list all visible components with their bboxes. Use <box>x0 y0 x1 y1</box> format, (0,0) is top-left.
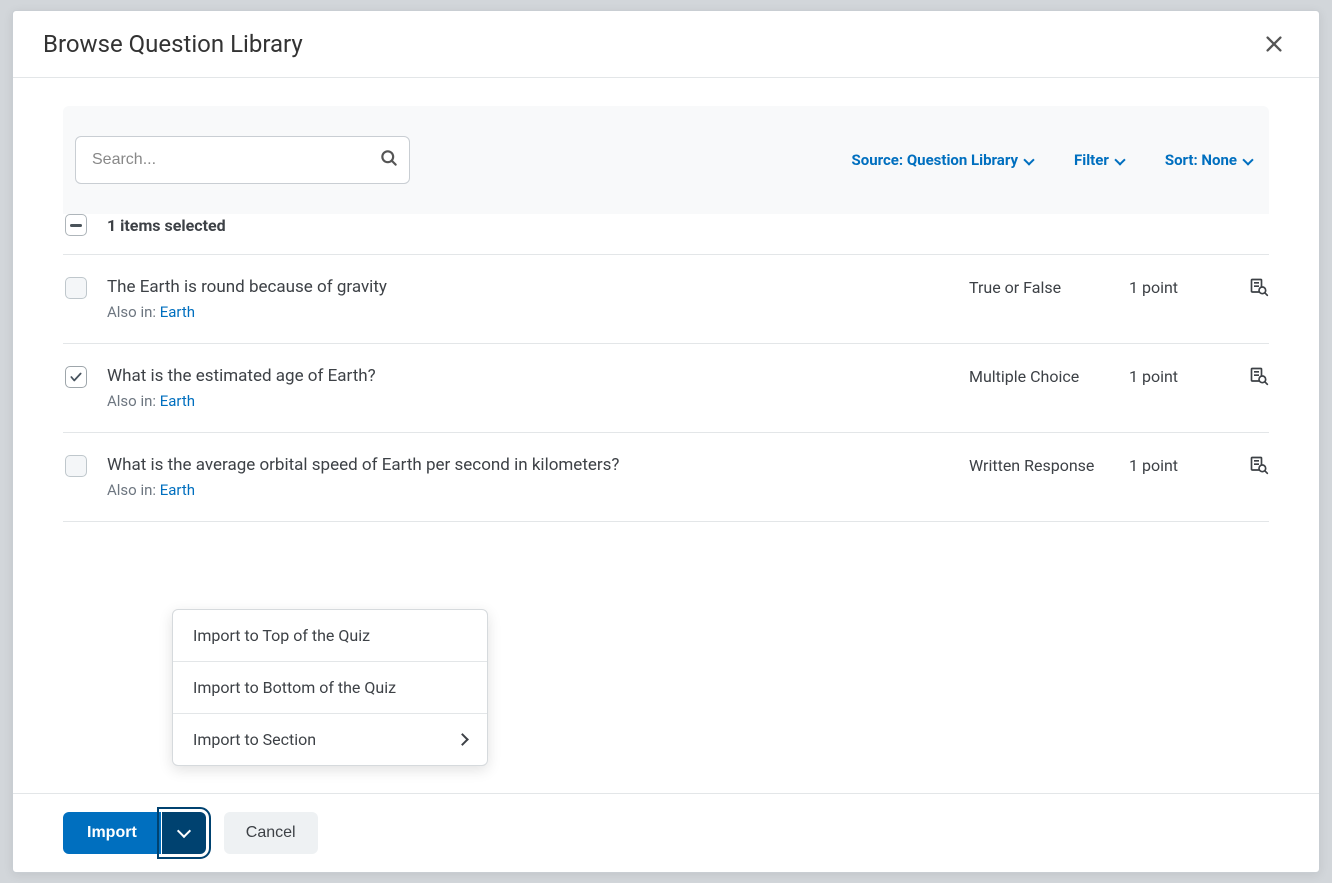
chevron-down-icon <box>1024 155 1038 165</box>
filter-group: Source: Question Library Filter Sort: No… <box>852 151 1258 169</box>
also-in-link[interactable]: Earth <box>160 481 195 499</box>
filter-label: Filter <box>1074 151 1109 169</box>
filter-dropdown[interactable]: Filter <box>1074 151 1129 169</box>
import-button[interactable]: Import <box>63 812 161 854</box>
question-checkbox[interactable] <box>65 277 87 299</box>
preview-button[interactable] <box>1229 366 1269 390</box>
question-title: The Earth is round because of gravity <box>107 277 969 297</box>
preview-button[interactable] <box>1229 277 1269 301</box>
question-points: 1 point <box>1129 455 1229 475</box>
import-options-menu: Import to Top of the Quiz Import to Botto… <box>172 609 488 766</box>
source-filter-label: Source: Question Library <box>852 151 1019 169</box>
question-type: Written Response <box>969 455 1129 475</box>
question-title: What is the average orbital speed of Ear… <box>107 455 969 475</box>
browse-question-library-dialog: Browse Question Library Source: Question… <box>12 10 1320 873</box>
also-in-label: Also in: <box>107 303 160 321</box>
question-checkbox[interactable] <box>65 455 87 477</box>
also-in-label: Also in: <box>107 481 160 499</box>
search-input[interactable] <box>76 137 379 183</box>
question-list: The Earth is round because of gravity Al… <box>63 254 1269 522</box>
preview-button[interactable] <box>1229 455 1269 479</box>
question-checkbox[interactable] <box>65 366 87 388</box>
selection-row: 1 items selected <box>63 214 1269 254</box>
source-filter[interactable]: Source: Question Library <box>852 151 1039 169</box>
search-wrap <box>75 136 410 184</box>
import-menu-item[interactable]: Import to Bottom of the Quiz <box>173 662 487 714</box>
toolbar: Source: Question Library Filter Sort: No… <box>63 106 1269 214</box>
also-in-label: Also in: <box>107 392 160 410</box>
preview-icon <box>1249 366 1269 386</box>
chevron-down-icon <box>1243 155 1257 165</box>
dialog-footer: Import Cancel <box>13 793 1319 872</box>
question-also-in: Also in: Earth <box>107 481 969 499</box>
question-row: The Earth is round because of gravity Al… <box>63 255 1269 344</box>
select-all-checkbox[interactable] <box>65 214 87 236</box>
selection-count: 1 items selected <box>107 216 226 235</box>
close-button[interactable] <box>1259 29 1289 59</box>
menu-item-label: Import to Top of the Quiz <box>193 626 370 645</box>
question-also-in: Also in: Earth <box>107 303 969 321</box>
sort-label: Sort: None <box>1165 151 1237 169</box>
question-type: Multiple Choice <box>969 366 1129 386</box>
import-options-button[interactable] <box>162 812 206 854</box>
question-row: What is the estimated age of Earth? Also… <box>63 344 1269 433</box>
question-type: True or False <box>969 277 1129 297</box>
import-menu-item[interactable]: Import to Top of the Quiz <box>173 610 487 662</box>
dialog-title: Browse Question Library <box>43 30 303 58</box>
menu-item-label: Import to Bottom of the Quiz <box>193 678 396 697</box>
sort-dropdown[interactable]: Sort: None <box>1165 151 1257 169</box>
search-icon[interactable] <box>379 148 399 172</box>
dialog-header: Browse Question Library <box>13 11 1319 78</box>
question-points: 1 point <box>1129 277 1229 297</box>
import-menu-item[interactable]: Import to Section <box>173 714 487 765</box>
question-row: What is the average orbital speed of Ear… <box>63 433 1269 522</box>
also-in-link[interactable]: Earth <box>160 392 195 410</box>
cancel-button[interactable]: Cancel <box>224 812 318 854</box>
close-icon <box>1263 33 1285 55</box>
preview-icon <box>1249 277 1269 297</box>
import-button-group: Import <box>63 812 206 854</box>
menu-item-label: Import to Section <box>193 730 316 749</box>
chevron-down-icon <box>177 824 191 838</box>
question-title: What is the estimated age of Earth? <box>107 366 969 386</box>
also-in-link[interactable]: Earth <box>160 303 195 321</box>
question-points: 1 point <box>1129 366 1229 386</box>
chevron-down-icon <box>1115 155 1129 165</box>
chevron-right-icon <box>456 733 469 746</box>
preview-icon <box>1249 455 1269 475</box>
question-also-in: Also in: Earth <box>107 392 969 410</box>
